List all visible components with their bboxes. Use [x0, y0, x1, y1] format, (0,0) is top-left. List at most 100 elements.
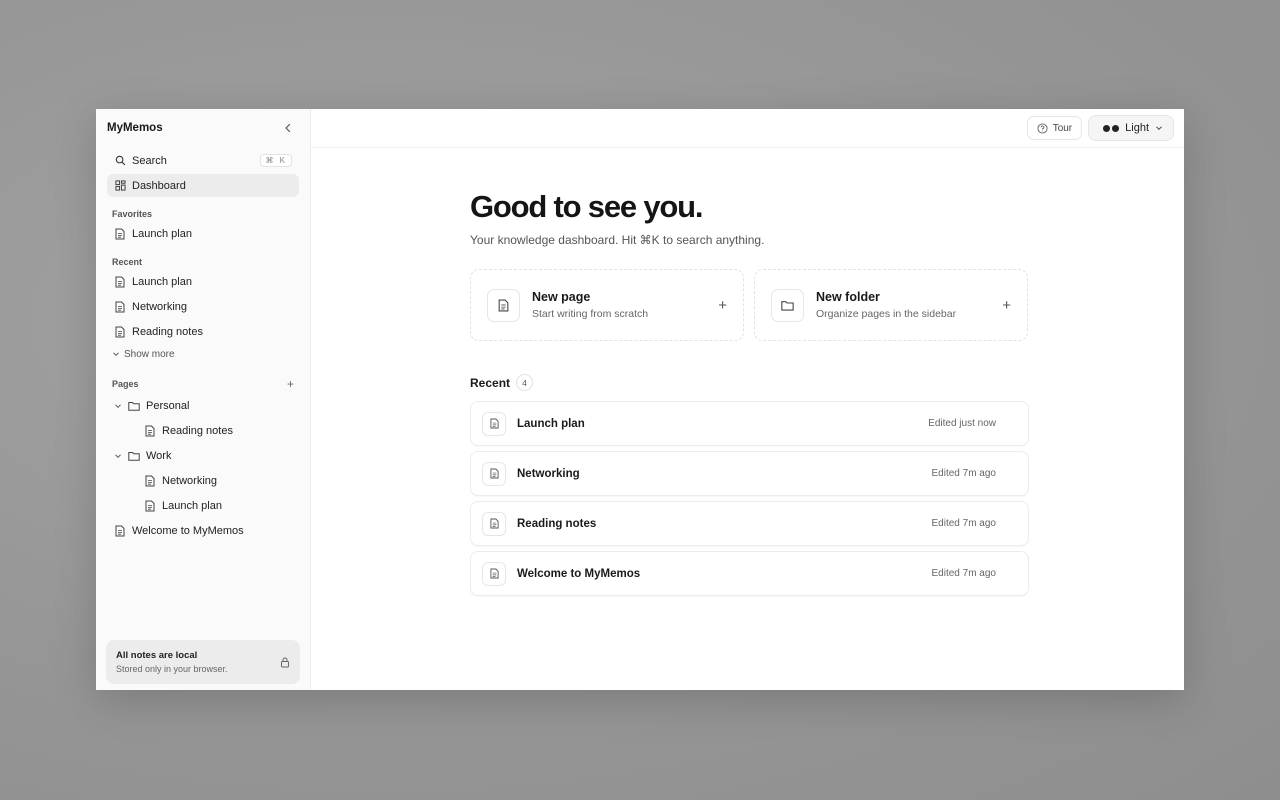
- recent-item-time: Edited just now: [928, 418, 996, 429]
- file-icon: [114, 301, 126, 313]
- dashboard-icon: [114, 180, 126, 192]
- recent-item[interactable]: Networking Edited 7m ago: [470, 451, 1029, 496]
- recent-item-title: Reading notes: [517, 517, 597, 530]
- pages-label: Pages: [112, 379, 139, 389]
- collapse-sidebar-button[interactable]: [280, 120, 296, 136]
- pages-section-label: Pages +: [112, 377, 310, 391]
- quick-actions: New page Start writing from scratch + Ne…: [470, 269, 1029, 341]
- plus-icon: +: [1002, 296, 1011, 314]
- chevron-down-icon: [1156, 126, 1162, 131]
- favorites-section-label: Favorites: [112, 209, 310, 219]
- file-icon: [482, 511, 506, 536]
- file-icon: [114, 326, 126, 338]
- sidebar-item-recent[interactable]: Launch plan: [107, 270, 299, 293]
- favorites-label: Favorites: [112, 209, 153, 219]
- local-storage-notice: All notes are local Stored only in your …: [106, 640, 300, 684]
- file-icon: [487, 288, 520, 322]
- app-window: MyMemos Search ⌘ K Dashboard Favorites L…: [96, 109, 1184, 690]
- greeting-heading: Good to see you.: [470, 189, 703, 224]
- show-more-label: Show more: [124, 348, 175, 360]
- new-folder-button[interactable]: New folder Organize pages in the sidebar…: [754, 269, 1028, 341]
- tour-button[interactable]: Tour: [1026, 116, 1083, 140]
- sidebar-item-label: Launch plan: [132, 227, 192, 240]
- action-description: Organize pages in the sidebar: [816, 308, 957, 320]
- file-icon: [482, 411, 506, 436]
- file-icon: [114, 228, 126, 240]
- sidebar-item-label: Dashboard: [132, 179, 186, 192]
- sidebar-search[interactable]: Search ⌘ K: [107, 149, 299, 172]
- sidebar-item-label: Launch plan: [162, 499, 222, 512]
- recent-item-title: Networking: [517, 467, 580, 480]
- sidebar-item-label: Networking: [162, 474, 218, 487]
- plus-icon: +: [718, 296, 727, 314]
- folder-icon: [128, 450, 140, 462]
- action-title: New folder: [816, 290, 880, 304]
- folder-icon: [128, 400, 140, 412]
- file-icon: [482, 561, 506, 586]
- show-more-button[interactable]: Show more: [112, 345, 310, 363]
- chevron-down-icon: [115, 453, 121, 458]
- recent-header: Recent 4: [470, 374, 1029, 391]
- top-bar: Tour Light: [311, 109, 1184, 148]
- sidebar-item-recent[interactable]: Networking: [107, 295, 299, 318]
- sidebar-item-label: Reading notes: [162, 424, 233, 437]
- recent-label: Recent: [112, 257, 143, 267]
- chevron-down-icon: [115, 403, 121, 408]
- sidebar-item-recent[interactable]: Reading notes: [107, 320, 299, 343]
- recent-section-label: Recent: [112, 257, 310, 267]
- sidebar-page-launch-plan[interactable]: Launch plan: [107, 494, 299, 517]
- sidebar-item-label: Welcome to MyMemos: [132, 524, 244, 537]
- sidebar-item-label: Networking: [132, 300, 188, 313]
- theme-label: Light: [1125, 122, 1149, 134]
- main-area: Tour Light Good to see you. Your knowled…: [311, 109, 1184, 690]
- recent-item[interactable]: Welcome to MyMemos Edited 7m ago: [470, 551, 1029, 596]
- file-icon: [114, 276, 126, 288]
- sidebar-page-reading-notes[interactable]: Reading notes: [107, 419, 299, 442]
- tour-label: Tour: [1052, 122, 1073, 134]
- action-title: New page: [532, 290, 591, 304]
- help-circle-icon: [1037, 122, 1048, 134]
- file-icon: [114, 525, 126, 537]
- sidebar-item-dashboard[interactable]: Dashboard: [107, 174, 299, 197]
- theme-select[interactable]: Light: [1088, 115, 1174, 141]
- add-page-button[interactable]: +: [287, 377, 294, 391]
- notice-title: All notes are local: [116, 650, 198, 661]
- notice-subtitle: Stored only in your browser.: [116, 664, 228, 674]
- dashboard-subtitle: Your knowledge dashboard. Hit ⌘K to sear…: [470, 233, 765, 247]
- recent-title: Recent: [470, 375, 511, 390]
- recent-item-time: Edited 7m ago: [931, 468, 997, 479]
- sidebar-folder-personal[interactable]: Personal: [107, 394, 299, 417]
- lock-icon: [281, 657, 289, 667]
- sidebar-page-welcome[interactable]: Welcome to MyMemos: [107, 519, 299, 542]
- folder-icon: [771, 288, 804, 322]
- sidebar: MyMemos Search ⌘ K Dashboard Favorites L…: [96, 109, 311, 690]
- recent-list: Launch plan Edited just now Networking E…: [470, 401, 1029, 596]
- action-text: New folder Organize pages in the sidebar: [816, 290, 990, 320]
- search-label: Search: [132, 154, 167, 167]
- sidebar-item-favorite-launch-plan[interactable]: Launch plan: [107, 222, 299, 245]
- chevron-left-icon: [285, 123, 291, 133]
- recent-item-title: Launch plan: [517, 417, 585, 430]
- recent-item-title: Welcome to MyMemos: [517, 567, 641, 580]
- file-icon: [144, 475, 156, 487]
- recent-item[interactable]: Launch plan Edited just now: [470, 401, 1029, 446]
- app-title: MyMemos: [107, 122, 163, 134]
- sidebar-page-networking[interactable]: Networking: [107, 469, 299, 492]
- sidebar-item-label: Reading notes: [132, 325, 203, 338]
- theme-dots-icon: [1103, 124, 1120, 132]
- search-icon: [114, 155, 126, 167]
- dashboard-content: Good to see you. Your knowledge dashboar…: [470, 189, 1029, 596]
- file-icon: [144, 500, 156, 512]
- recent-item-time: Edited 7m ago: [931, 568, 997, 579]
- recent-item[interactable]: Reading notes Edited 7m ago: [470, 501, 1029, 546]
- file-icon: [144, 425, 156, 437]
- sidebar-folder-work[interactable]: Work: [107, 444, 299, 467]
- sidebar-item-label: Personal: [146, 399, 190, 412]
- new-page-button[interactable]: New page Start writing from scratch +: [470, 269, 744, 341]
- recent-count-badge: 4: [516, 374, 534, 391]
- action-text: New page Start writing from scratch: [532, 290, 706, 320]
- search-shortcut: ⌘ K: [260, 154, 292, 167]
- chevron-down-icon: [113, 352, 119, 357]
- sidebar-item-label: Work: [146, 449, 172, 462]
- file-icon: [482, 461, 506, 486]
